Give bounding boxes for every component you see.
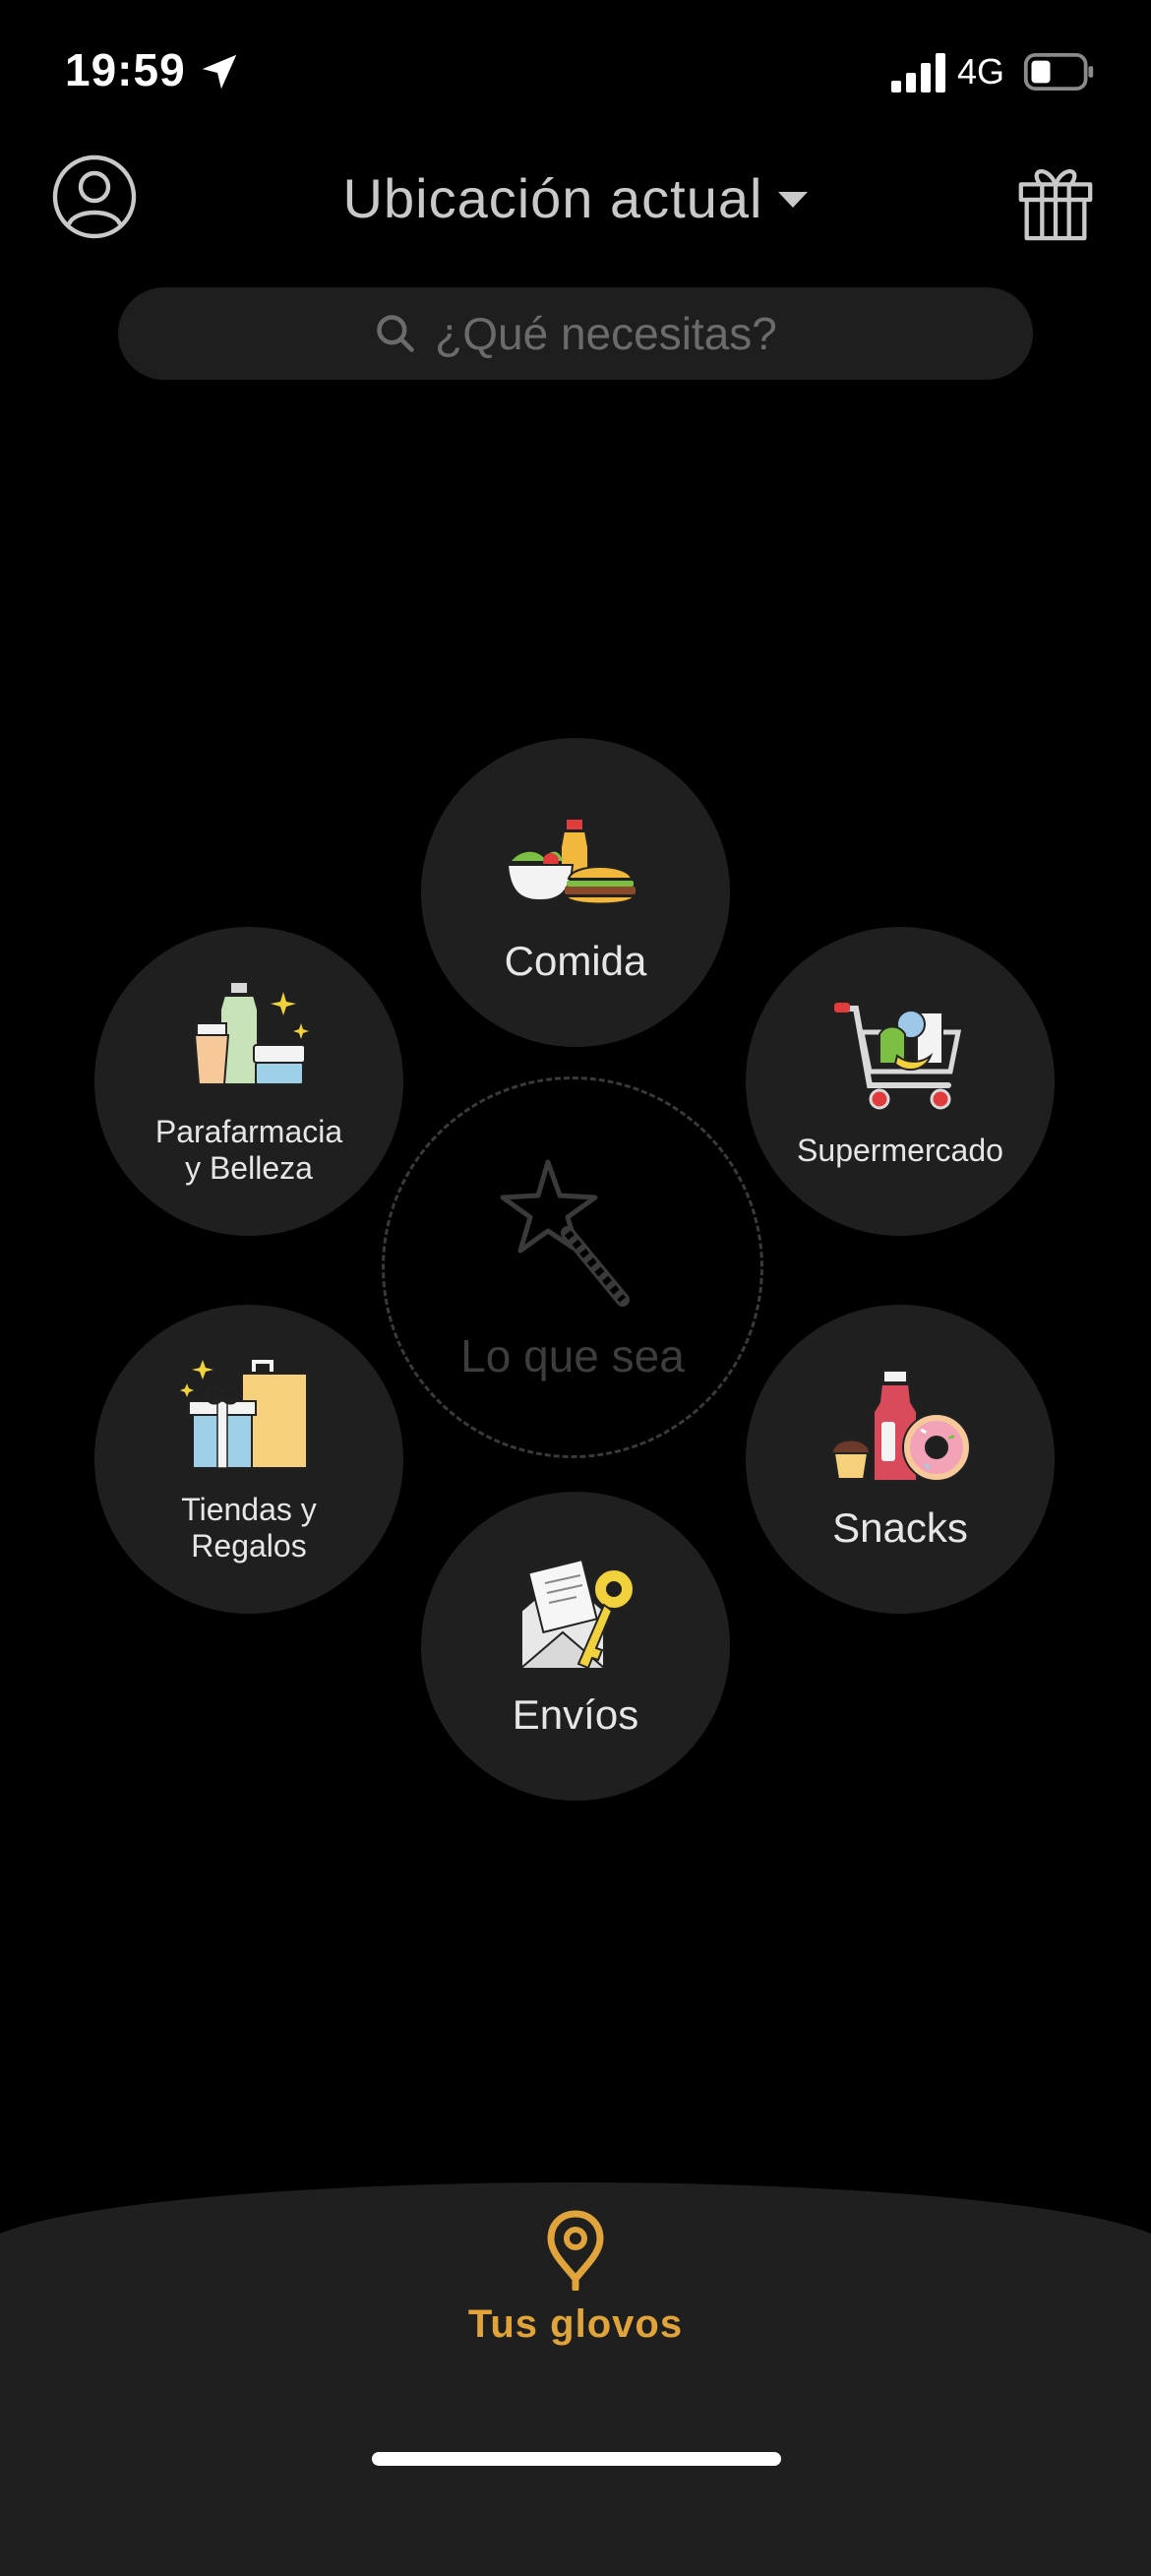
- magic-wand-icon: [500, 1159, 630, 1307]
- food-icon: [506, 819, 636, 905]
- snacks-icon: [830, 1369, 971, 1482]
- search-placeholder: ¿Qué necesitas?: [435, 308, 777, 359]
- battery-icon: [1023, 53, 1094, 91]
- category-parafarmacia-button[interactable]: Parafarmacia y Belleza: [94, 927, 403, 1236]
- gift-icon[interactable]: [1013, 157, 1098, 242]
- location-services-icon: [202, 54, 237, 90]
- profile-icon[interactable]: [51, 153, 138, 240]
- category-comida-button[interactable]: Comida: [421, 738, 730, 1047]
- category-lo-que-sea-button[interactable]: Lo que sea: [382, 1076, 763, 1458]
- tab-tus-glovos[interactable]: Tus glovos: [428, 2210, 723, 2348]
- beauty-products-icon: [193, 981, 309, 1086]
- cellular-signal-icon: [891, 53, 945, 92]
- category-parafarmacia-label: Parafarmacia y Belleza: [154, 1114, 343, 1186]
- tab-tus-glovos-label: Tus glovos: [467, 2302, 684, 2346]
- shopping-bag-gift-icon: [180, 1360, 308, 1470]
- network-type-label: 4G: [957, 51, 1005, 92]
- map-pin-icon: [547, 2210, 604, 2291]
- category-tiendas-label: Tiendas y Regalos: [181, 1492, 317, 1564]
- status-time: 19:59: [65, 44, 186, 95]
- category-snacks-label: Snacks: [832, 1503, 968, 1551]
- category-supermercado-button[interactable]: Supermercado: [746, 927, 1055, 1236]
- category-snacks-button[interactable]: Snacks: [746, 1305, 1055, 1614]
- category-comida-label: Comida: [504, 937, 647, 984]
- category-lo-que-sea-label: Lo que sea: [460, 1330, 685, 1381]
- category-envios-label: Envíos: [512, 1690, 639, 1738]
- category-supermercado-label: Supermercado: [797, 1132, 1003, 1168]
- category-tiendas-button[interactable]: Tiendas y Regalos: [94, 1305, 403, 1614]
- category-envios-button[interactable]: Envíos: [421, 1492, 730, 1801]
- search-icon: [377, 315, 414, 352]
- envelope-key-icon: [520, 1558, 635, 1670]
- location-label: Ubicación actual: [342, 166, 763, 229]
- home-indicator[interactable]: [372, 2452, 781, 2466]
- search-bar[interactable]: ¿Qué necesitas?: [118, 287, 1033, 380]
- location-selector[interactable]: Ubicación actual: [295, 157, 856, 238]
- shopping-cart-icon: [834, 1002, 962, 1110]
- chevron-down-icon: [778, 192, 809, 208]
